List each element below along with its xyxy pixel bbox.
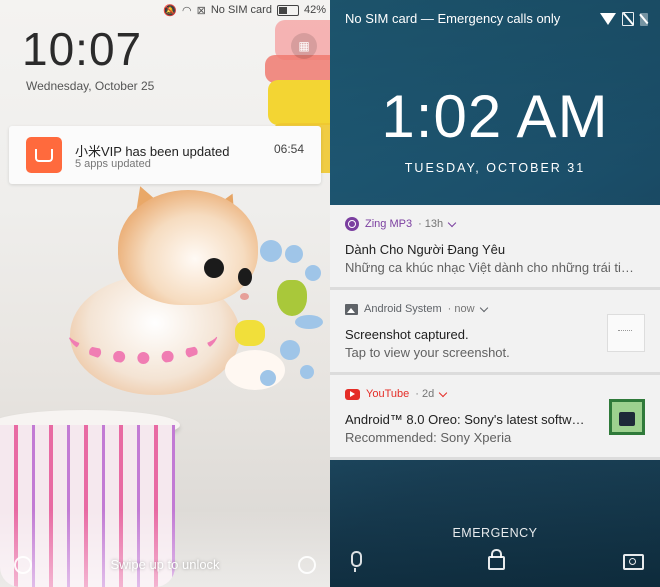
notification-title: Screenshot captured. (345, 327, 469, 342)
battery-icon (276, 4, 299, 16)
notification-card[interactable]: 小米VIP has been updated 5 apps updated 06… (9, 126, 321, 184)
notification-title: Android™ 8.0 Oreo: Sony's latest softwar… (345, 412, 590, 427)
image-icon (345, 303, 358, 315)
notification-app-name: YouTube (366, 388, 410, 400)
battery-percent: 42% (303, 4, 326, 16)
kitten-wallpaper (0, 178, 330, 587)
lockscreen-affordances (330, 549, 660, 572)
lockscreen-date: TUESDAY, OCTOBER 31 (404, 161, 586, 175)
lockscreen-clock: 1:02 AM (381, 83, 609, 150)
wifi-icon: ◠ (182, 4, 192, 17)
no-sim-icon (622, 12, 634, 26)
android-oreo-lockscreen: No SIM card — Emergency calls only 1:02 … (330, 0, 660, 587)
youtube-icon (345, 388, 360, 400)
chevron-down-icon[interactable] (438, 388, 448, 397)
notification-list: Zing MP3 · 13h Dành Cho Người Đang Yêu N… (330, 205, 660, 460)
notification-zing-mp3[interactable]: Zing MP3 · 13h Dành Cho Người Đang Yêu N… (330, 205, 660, 290)
carrier-text: No SIM card (210, 4, 272, 16)
notification-android-system[interactable]: Android System · now Screenshot captured… (330, 290, 660, 375)
notification-app-name: Android System (364, 303, 442, 315)
notification-app-name: Zing MP3 (365, 218, 413, 230)
chevron-down-icon[interactable] (479, 303, 488, 312)
notification-time: · 2d (415, 388, 435, 400)
lockscreen-bottom-bar: Swipe up to unlock (0, 555, 330, 575)
notification-youtube[interactable]: YouTube · 2d Android™ 8.0 Oreo: Sony's l… (330, 375, 660, 460)
lock-icon[interactable] (488, 549, 505, 570)
notification-subtitle: 5 apps updated (75, 158, 151, 170)
mute-icon: 🔕 (163, 4, 177, 17)
notification-text: Tap to view your screenshot. (345, 345, 510, 360)
camera-shortcut-icon[interactable] (298, 556, 316, 574)
microphone-icon[interactable] (351, 551, 362, 572)
status-bar: 🔕 ◠ ⊠ No SIM card 42% (163, 2, 326, 18)
emergency-button[interactable]: EMERGENCY (330, 526, 660, 540)
notification-time: 06:54 (273, 142, 304, 156)
notification-title: Dành Cho Người Đang Yêu (345, 242, 506, 257)
zing-mp3-icon (345, 217, 359, 231)
mi-store-app-icon (26, 137, 62, 173)
notification-text: Những ca khúc nhạc Việt dành cho những t… (345, 260, 640, 275)
video-thumbnail (609, 399, 645, 435)
screenshot-thumbnail (607, 314, 645, 352)
no-sim-icon: ⊠ (196, 4, 206, 17)
notification-time: · 13h (418, 218, 444, 230)
miui-lockscreen: 🔕 ◠ ⊠ No SIM card 42% 10:07 Wednesday, O… (0, 0, 330, 587)
battery-icon (640, 12, 648, 26)
lockscreen-date: Wednesday, October 25 (26, 79, 155, 93)
chevron-down-icon[interactable] (447, 218, 457, 227)
wifi-icon (600, 13, 616, 25)
lockscreen-clock: 10:07 (22, 23, 143, 75)
carrier-text: No SIM card — Emergency calls only (345, 11, 561, 26)
status-bar: No SIM card — Emergency calls only (345, 11, 648, 27)
notification-text: Recommended: Sony Xperia (345, 430, 512, 445)
notification-time: · now (447, 303, 475, 315)
camera-icon[interactable] (623, 554, 644, 570)
grid-shortcut-icon[interactable]: ▦ (291, 33, 317, 59)
swipe-unlock-hint[interactable]: Swipe up to unlock (0, 557, 330, 572)
